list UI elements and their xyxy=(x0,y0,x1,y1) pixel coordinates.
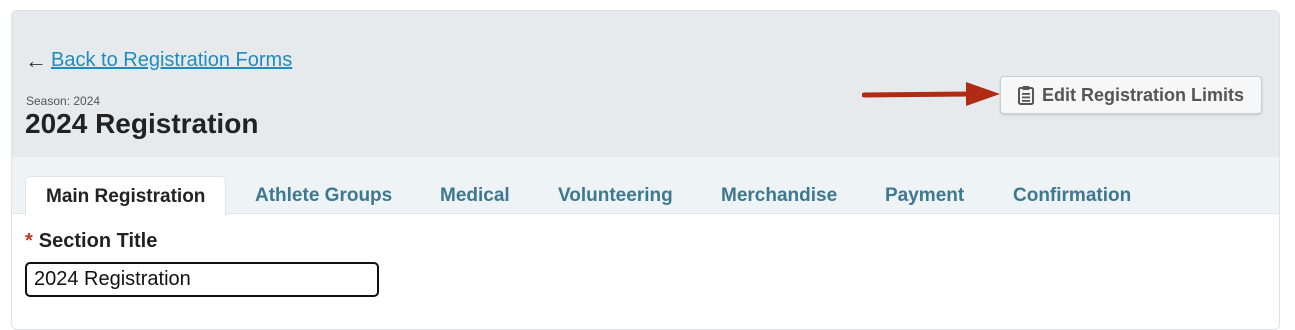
season-label: Season: 2024 xyxy=(26,94,101,108)
tab-merchandise[interactable]: Merchandise xyxy=(701,176,857,215)
form-header: ← Back to Registration Forms Season: 202… xyxy=(12,11,1279,157)
edit-registration-limits-button[interactable]: Edit Registration Limits xyxy=(1000,76,1262,114)
back-arrow-icon: ← xyxy=(25,47,47,73)
tab-medical[interactable]: Medical xyxy=(420,176,530,215)
edit-registration-limits-label: Edit Registration Limits xyxy=(1041,84,1245,105)
tab-payment[interactable]: Payment xyxy=(865,176,984,215)
tab-confirmation[interactable]: Confirmation xyxy=(993,176,1151,215)
section-title-input[interactable] xyxy=(25,262,379,297)
clipboard-icon xyxy=(1017,85,1034,105)
tab-athlete-groups[interactable]: Athlete Groups xyxy=(235,176,412,215)
tab-main-registration[interactable]: Main Registration xyxy=(25,176,227,216)
back-to-forms-link[interactable]: Back to Registration Forms xyxy=(51,49,292,72)
required-marker: * xyxy=(25,230,33,252)
section-title-label: * Section Title xyxy=(25,230,157,253)
back-navigation: ← Back to Registration Forms xyxy=(25,49,292,72)
annotation-arrow xyxy=(862,82,1000,106)
section-tabs: Main Registration Athlete Groups Medical… xyxy=(12,157,1279,216)
page-title: 2024 Registration xyxy=(25,108,259,139)
tab-volunteering[interactable]: Volunteering xyxy=(538,176,693,215)
registration-form-card: ← Back to Registration Forms Season: 202… xyxy=(11,10,1280,330)
section-title-label-text: Section Title xyxy=(38,230,158,252)
